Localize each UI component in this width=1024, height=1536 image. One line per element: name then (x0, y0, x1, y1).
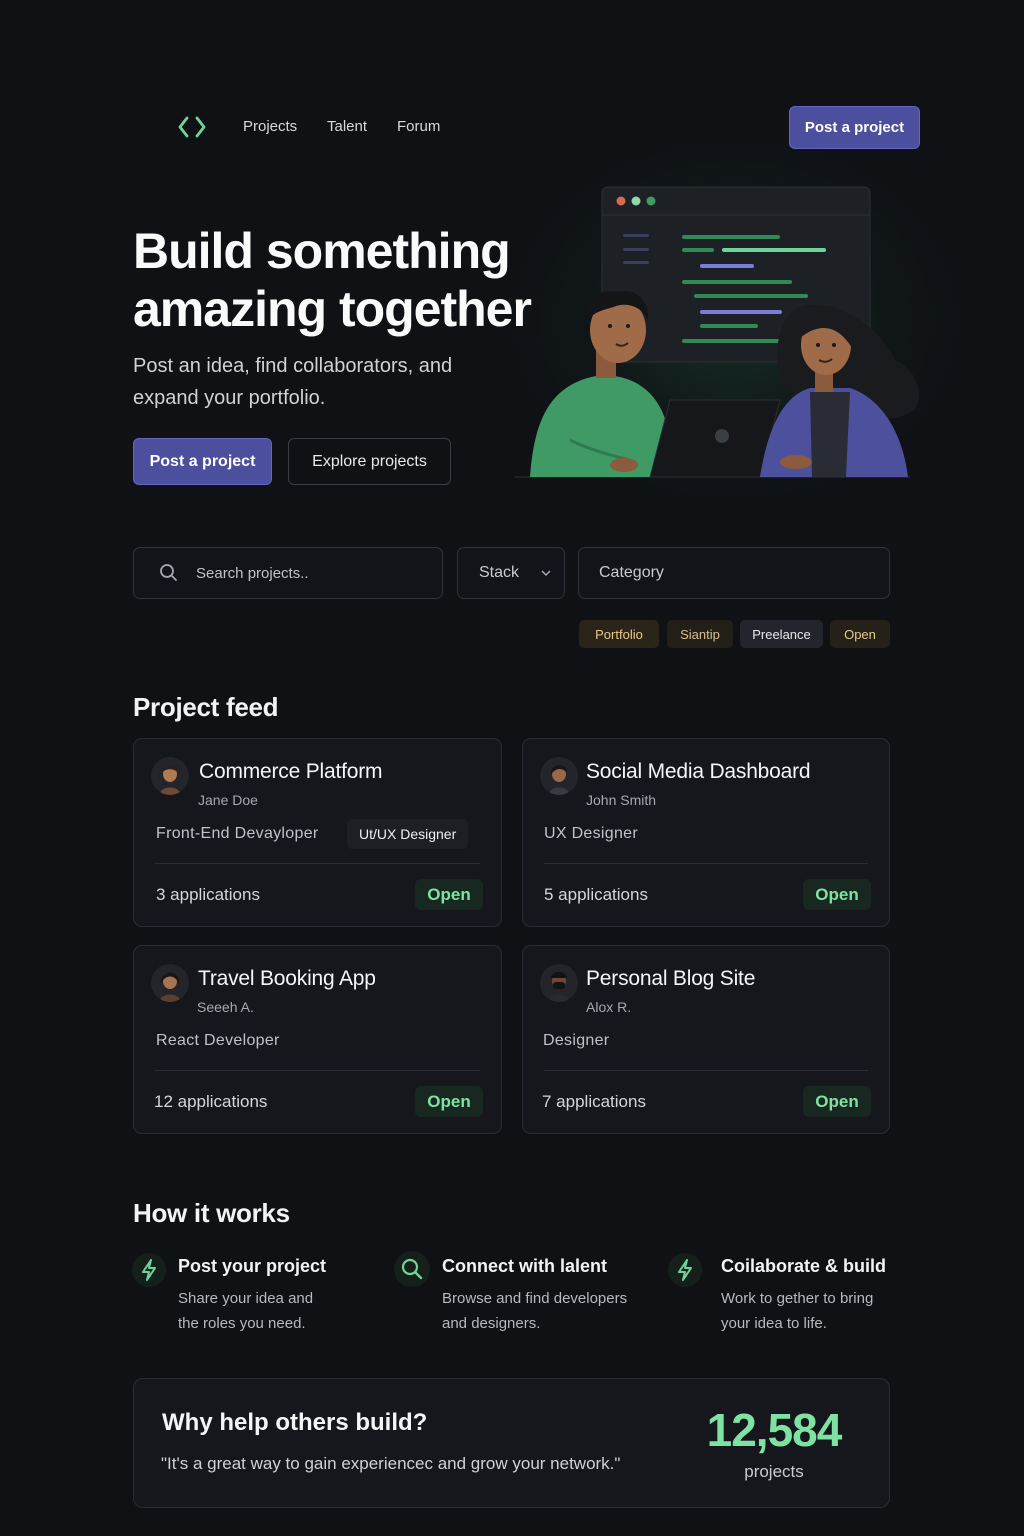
step-description-line1: Work to gether to bring (721, 1290, 874, 1307)
project-card-commerce-platform[interactable]: Commerce Platform Jane Doe Front-End Dev… (133, 738, 502, 927)
applications-count: 5 applications (544, 885, 648, 904)
tag-portfolio[interactable]: Portfolio (579, 620, 659, 648)
lightning-icon (132, 1253, 166, 1287)
tag-open[interactable]: Open (830, 620, 890, 648)
why-quote: "It's a great way to gain experiencec an… (161, 1454, 621, 1473)
project-role: Front-End Devayloper (156, 825, 319, 842)
category-select[interactable]: Category (578, 547, 890, 599)
stack-select[interactable]: Stack (457, 547, 565, 599)
search-icon (160, 564, 177, 581)
search-icon (394, 1251, 430, 1287)
project-card-social-media-dashboard[interactable]: Social Media Dashboard John Smith UX Des… (522, 738, 890, 927)
step-description-line1: Share your idea and (178, 1290, 314, 1307)
step-title: Coilaborate & build (721, 1256, 887, 1276)
category-select-label: Category (599, 564, 664, 581)
applications-count: 12 applications (154, 1092, 268, 1111)
step-description: Work to gether to bring your idea to lif… (721, 1286, 873, 1336)
step-title: Post your project (178, 1256, 327, 1276)
divider (155, 1070, 480, 1071)
step-title: Connect with lalent (442, 1256, 608, 1276)
project-owner: Alox R. (586, 999, 632, 1015)
hero-title: Build something amazing together (133, 222, 553, 338)
project-title: Travel Booking App (198, 967, 376, 990)
status-badge: Open (803, 1086, 871, 1117)
tag-preelance[interactable]: Preelance (740, 620, 823, 648)
step-description: Share your idea and the roles you need. (178, 1286, 313, 1336)
step-description-line2: your idea to life. (721, 1315, 827, 1332)
projects-stat-value: 12,584 (706, 1404, 843, 1456)
nav-link-forum[interactable]: Forum (397, 118, 440, 135)
projects-stat-label: projects (744, 1462, 804, 1481)
step-description: Browse and find developers and designers… (442, 1286, 627, 1336)
project-role: React Developer (156, 1032, 280, 1049)
project-owner: Jane Doe (198, 792, 258, 808)
hero-title-line2: amazing together (133, 281, 532, 337)
divider (155, 863, 480, 864)
avatar (540, 757, 578, 795)
project-title: Commerce Platform (199, 760, 383, 783)
status-badge: Open (803, 879, 871, 910)
project-title: Social Media Dashboard (586, 760, 811, 783)
project-card-travel-booking-app[interactable]: Travel Booking App Seeeh A. React Develo… (133, 945, 502, 1134)
step-description-line2: the roles you need. (178, 1315, 306, 1332)
explore-projects-button[interactable]: Explore projects (288, 438, 451, 485)
project-title: Personal Blog Site (586, 967, 756, 990)
hero-post-project-button[interactable]: Post a project (133, 438, 272, 485)
step-description-line2: and designers. (442, 1315, 541, 1332)
hero-subtitle: Post an idea, find collaborators, and ex… (133, 350, 513, 414)
project-role: Designer (543, 1032, 610, 1049)
how-it-works-title: How it works (133, 1198, 290, 1228)
project-owner: John Smith (586, 792, 657, 808)
avatar (151, 757, 189, 795)
nav-link-projects[interactable]: Projects (243, 118, 297, 135)
role-chip: Ut/UX Designer (347, 819, 469, 849)
search-field[interactable]: Search projects.. (133, 547, 443, 599)
stack-select-label: Stack (479, 564, 520, 581)
chevron-down-icon (541, 569, 551, 576)
lightning-icon (668, 1253, 702, 1287)
avatar (540, 964, 578, 1002)
why-help-panel: Why help others build? "It's a great way… (133, 1378, 890, 1508)
avatar (151, 964, 189, 1002)
status-badge: Open (415, 1086, 483, 1117)
hero-title-line1: Build something (133, 223, 511, 279)
divider (544, 1070, 868, 1071)
hero-subtitle-line1: Post an idea, find collaborators, and (133, 355, 453, 377)
search-input[interactable]: Search projects.. (196, 565, 309, 582)
project-feed-title: Project feed (133, 692, 279, 722)
applications-count: 7 applications (542, 1092, 646, 1111)
divider (544, 863, 868, 864)
step-description-line1: Browse and find developers (442, 1290, 628, 1307)
project-role: UX Designer (544, 825, 639, 842)
hero-subtitle-line2: expand your portfolio. (133, 387, 326, 409)
hero-illustration (515, 186, 919, 478)
why-title: Why help others build? (162, 1409, 428, 1436)
project-owner: Seeeh A. (197, 999, 254, 1015)
nav-link-talent[interactable]: Talent (327, 118, 367, 135)
project-card-personal-blog-site[interactable]: Personal Blog Site Alox R. Designer 7 ap… (522, 945, 890, 1134)
page: Projects Talent Forum Post a project Bui… (0, 0, 1024, 1536)
tag-siantip[interactable]: Siantip (667, 620, 733, 648)
applications-count: 3 applications (156, 885, 260, 904)
status-badge: Open (415, 879, 483, 910)
code-brackets-icon[interactable] (178, 114, 206, 140)
